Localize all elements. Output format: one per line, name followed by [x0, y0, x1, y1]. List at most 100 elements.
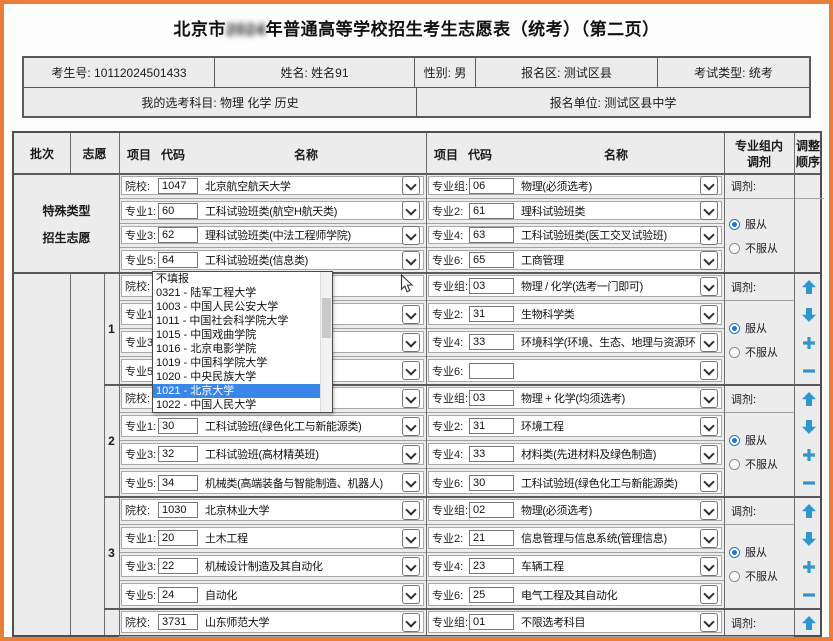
scrollbar-thumb[interactable] — [322, 298, 331, 338]
code-input[interactable]: 20 — [158, 530, 198, 546]
radio-unselected-icon[interactable] — [729, 571, 740, 582]
major-select[interactable]: 专业4: 33 环境科学(环境、生态、地理与资源环境) — [428, 331, 722, 353]
radio-not-obey[interactable]: 不服从 — [729, 345, 778, 359]
remove-button[interactable] — [801, 587, 817, 603]
chevron-down-icon[interactable] — [402, 201, 420, 220]
radio-not-obey[interactable]: 不服从 — [729, 241, 778, 255]
chevron-down-icon[interactable] — [700, 529, 718, 548]
move-up-button[interactable] — [801, 503, 817, 519]
major-select[interactable]: 专业4: 23 车辆工程 — [428, 555, 722, 577]
chevron-down-icon[interactable] — [402, 305, 420, 324]
move-up-button[interactable] — [801, 615, 817, 631]
add-button[interactable] — [801, 447, 817, 463]
major-group-select[interactable]: 专业组: 03 物理 / 化学(选考一门即可) — [428, 275, 722, 297]
dropdown-option[interactable]: 1020 - 中央民族大学 — [153, 370, 320, 384]
code-input[interactable]: 30 — [469, 475, 514, 491]
radio-unselected-icon[interactable] — [729, 347, 740, 358]
major-select[interactable]: 专业5: 34 机械类(高端装备与智能制造、机器人) — [121, 471, 424, 494]
code-input[interactable]: 60 — [158, 203, 198, 219]
major-select[interactable]: 专业3: 22 机械设计制造及其自动化 — [121, 555, 424, 577]
dropdown-scrollbar[interactable] — [320, 272, 332, 412]
code-input[interactable]: 32 — [158, 446, 198, 462]
major-select[interactable]: 专业6: 25 电气工程及其自动化 — [428, 583, 722, 606]
code-input[interactable]: 31 — [469, 418, 514, 434]
major-group-select[interactable]: 专业组: 02 物理(必须选考) — [428, 499, 722, 521]
chevron-down-icon[interactable] — [402, 557, 420, 576]
chevron-down-icon[interactable] — [700, 417, 718, 436]
chevron-down-icon[interactable] — [700, 251, 718, 270]
chevron-down-icon[interactable] — [700, 201, 718, 220]
major-select[interactable]: 专业5: 64 工科试验班类(信息类) — [121, 250, 424, 270]
major-select[interactable]: 专业1: 30 工科试验班(绿色化工与新能源类) — [121, 415, 424, 437]
code-input[interactable]: 1030 — [158, 502, 198, 518]
code-input[interactable] — [469, 363, 514, 379]
radio-selected-icon[interactable] — [729, 435, 740, 446]
chevron-down-icon[interactable] — [700, 501, 718, 520]
code-input[interactable]: 03 — [469, 390, 514, 406]
remove-button[interactable] — [801, 363, 817, 379]
radio-not-obey[interactable]: 不服从 — [729, 569, 778, 583]
chevron-down-icon[interactable] — [402, 501, 420, 520]
code-input[interactable]: 02 — [469, 502, 514, 518]
chevron-down-icon[interactable] — [402, 176, 420, 195]
chevron-down-icon[interactable] — [402, 251, 420, 270]
chevron-down-icon[interactable] — [402, 529, 420, 548]
chevron-down-icon[interactable] — [700, 585, 718, 604]
move-down-button[interactable] — [801, 531, 817, 547]
college-select[interactable]: 院校: 1030 北京林业大学 — [121, 499, 424, 521]
major-select[interactable]: 专业2: 61 理科试验班类 — [428, 201, 722, 220]
move-up-button[interactable] — [801, 279, 817, 295]
remove-button[interactable] — [801, 475, 817, 491]
code-input[interactable]: 3731 — [158, 614, 198, 630]
dropdown-option[interactable]: 1003 - 中国人民公安大学 — [153, 300, 320, 314]
move-up-button[interactable] — [801, 391, 817, 407]
major-group-select[interactable]: 专业组: 01 不限选考科目 — [428, 611, 722, 633]
chevron-down-icon[interactable] — [402, 361, 420, 380]
major-select[interactable]: 专业3: 62 理科试验班类(中法工程师学院) — [121, 226, 424, 244]
code-input[interactable]: 25 — [469, 587, 514, 603]
code-input[interactable]: 64 — [158, 252, 198, 268]
radio-unselected-icon[interactable] — [729, 459, 740, 470]
chevron-down-icon[interactable] — [700, 226, 718, 245]
dropdown-option[interactable]: 0321 - 陆军工程大学 — [153, 286, 320, 300]
move-down-button[interactable] — [801, 307, 817, 323]
add-button[interactable] — [801, 559, 817, 575]
major-group-select[interactable]: 专业组: 06 物理(必须选考) — [428, 176, 722, 195]
chevron-down-icon[interactable] — [402, 585, 420, 604]
radio-obey[interactable]: 服从 — [729, 433, 767, 447]
radio-not-obey[interactable]: 不服从 — [729, 457, 778, 471]
radio-obey[interactable]: 服从 — [729, 545, 767, 559]
chevron-down-icon[interactable] — [402, 473, 420, 492]
chevron-down-icon[interactable] — [700, 613, 718, 632]
code-input[interactable]: 61 — [469, 203, 514, 219]
major-select[interactable]: 专业5: 24 自动化 — [121, 583, 424, 606]
code-input[interactable]: 62 — [158, 227, 198, 243]
dropdown-option[interactable]: 1022 - 中国人民大学 — [153, 398, 320, 412]
chevron-down-icon[interactable] — [700, 361, 718, 380]
code-input[interactable]: 63 — [469, 227, 514, 243]
code-input[interactable]: 24 — [158, 587, 198, 603]
chevron-down-icon[interactable] — [700, 445, 718, 464]
code-input[interactable]: 21 — [469, 530, 514, 546]
college-select[interactable]: 院校: 3731 山东师范大学 — [121, 611, 424, 633]
code-input[interactable]: 65 — [469, 252, 514, 268]
major-select[interactable]: 专业2: 21 信息管理与信息系统(管理信息) — [428, 527, 722, 549]
chevron-down-icon[interactable] — [402, 613, 420, 632]
code-input[interactable]: 33 — [469, 446, 514, 462]
chevron-down-icon[interactable] — [700, 277, 718, 296]
radio-unselected-icon[interactable] — [729, 243, 740, 254]
dropdown-option-selected[interactable]: 1021 - 北京大学 — [153, 384, 320, 398]
radio-selected-icon[interactable] — [729, 219, 740, 230]
dropdown-option[interactable]: 不填报 — [153, 272, 320, 286]
code-input[interactable]: 31 — [469, 306, 514, 322]
chevron-down-icon[interactable] — [700, 473, 718, 492]
college-select[interactable]: 院校: 1047 北京航空航天大学 — [121, 176, 424, 195]
code-input[interactable]: 30 — [158, 418, 198, 434]
code-input[interactable]: 34 — [158, 475, 198, 491]
radio-selected-icon[interactable] — [729, 323, 740, 334]
chevron-down-icon[interactable] — [700, 389, 718, 408]
chevron-down-icon[interactable] — [700, 305, 718, 324]
add-button[interactable] — [801, 335, 817, 351]
chevron-down-icon[interactable] — [402, 445, 420, 464]
major-select[interactable]: 专业6: 65 工商管理 — [428, 250, 722, 270]
